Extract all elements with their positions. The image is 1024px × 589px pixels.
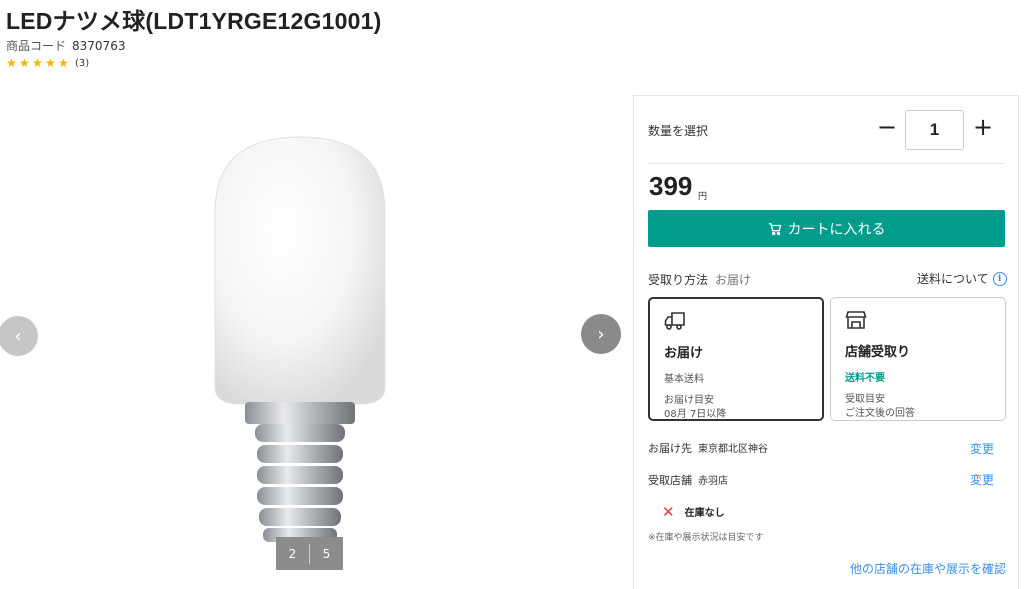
receive-method-selected: お届け (715, 273, 752, 287)
gallery-prev-button[interactable]: ‹ (0, 316, 38, 356)
product-code: 商品コード 8370763 (6, 37, 125, 54)
quantity-increase-button[interactable]: + (970, 114, 996, 142)
other-stores-link[interactable]: 他の店舗の在庫や展示を確認 (850, 560, 1006, 577)
close-icon: ✕ (662, 502, 675, 521)
price: 399 (649, 171, 693, 201)
delivery-option-fee: 基本送料 (664, 374, 704, 385)
product-gallery: ‹ › 2 5 (0, 96, 630, 589)
gallery-total-pages: 5 (322, 546, 331, 561)
purchase-panel: 数量を選択 − 1 + 399 円 カートに入れる 受取り方法 お届け 送料につい… (633, 95, 1019, 589)
product-code-value: 8370763 (72, 39, 126, 53)
star-icon: ★ (6, 56, 17, 70)
delivery-estimate-label: お届け目安 (664, 395, 714, 406)
stock-status-label: 在庫なし (684, 508, 725, 519)
gallery-next-button[interactable]: › (581, 314, 621, 354)
delivery-destination-label: お届け先 (648, 442, 692, 455)
receive-method-label: 受取り方法 (648, 273, 709, 287)
star-icon: ★ (19, 56, 30, 70)
info-icon: i (992, 271, 1007, 286)
star-icon: ★ (58, 56, 69, 70)
delivery-option-estimate: お届け目安 08月 7日以降 (664, 394, 808, 422)
add-to-cart-button[interactable]: カートに入れる (648, 210, 1005, 247)
product-image (214, 136, 386, 564)
store-pickup-option-title: 店舗受取り (845, 345, 911, 360)
rating[interactable]: ★ ★ ★ ★ ★ (3) (6, 57, 89, 69)
shipping-info-label: 送料について (917, 272, 989, 286)
star-icon: ★ (32, 56, 43, 70)
store-pickup-estimate-label: 受取目安 (845, 394, 885, 405)
star-icon: ★ (45, 56, 56, 70)
chevron-left-icon: ‹ (14, 325, 22, 347)
add-to-cart-label: カートに入れる (787, 221, 886, 238)
cart-icon (768, 222, 781, 235)
pickup-store: 受取店舗 赤羽店 (648, 472, 728, 488)
stock-status: ✕ 在庫なし (662, 504, 725, 519)
change-destination-link[interactable]: 変更 (970, 440, 994, 457)
chevron-right-icon: › (597, 323, 605, 345)
store-pickup-fee: 送料不要 (845, 373, 885, 384)
store-pickup-estimate-value: ご注文後の回答 (845, 408, 915, 419)
rating-stars: ★ ★ ★ ★ ★ (6, 57, 70, 69)
pickup-store-label: 受取店舗 (648, 474, 692, 487)
delivery-option-title: お届け (664, 346, 704, 361)
change-store-link[interactable]: 変更 (970, 471, 994, 488)
gallery-current-page: 2 (288, 546, 297, 561)
gallery-pager: 2 5 (276, 537, 343, 570)
product-code-label: 商品コード (6, 39, 67, 53)
truck-icon (664, 312, 685, 330)
stock-note: ※在庫や展示状況は目安です (648, 533, 764, 543)
price-currency: 円 (698, 192, 708, 202)
delivery-option-card[interactable]: お届け 基本送料 お届け目安 08月 7日以降 (648, 297, 824, 421)
quantity-label: 数量を選択 (648, 124, 709, 138)
shipping-info-link[interactable]: 送料について i (917, 270, 1007, 287)
store-pickup-estimate: 受取目安 ご注文後の回答 (845, 393, 991, 421)
review-count[interactable]: (3) (75, 58, 89, 69)
pickup-store-value: 赤羽店 (698, 476, 728, 487)
quantity-decrease-button[interactable]: − (874, 114, 900, 142)
delivery-estimate-date: 08月 7日以降 (664, 409, 727, 420)
divider (648, 163, 1004, 164)
product-title: LEDナツメ球(LDT1YRGE12G1001) (6, 8, 382, 34)
delivery-destination: お届け先 東京都北区神谷 (648, 440, 768, 456)
store-pickup-option-card[interactable]: 店舗受取り 送料不要 受取目安 ご注文後の回答 (830, 297, 1006, 421)
delivery-destination-value: 東京都北区神谷 (698, 444, 768, 455)
receive-method: 受取り方法 お届け (648, 271, 751, 288)
store-icon (845, 311, 867, 329)
quantity-input[interactable]: 1 (905, 110, 964, 150)
